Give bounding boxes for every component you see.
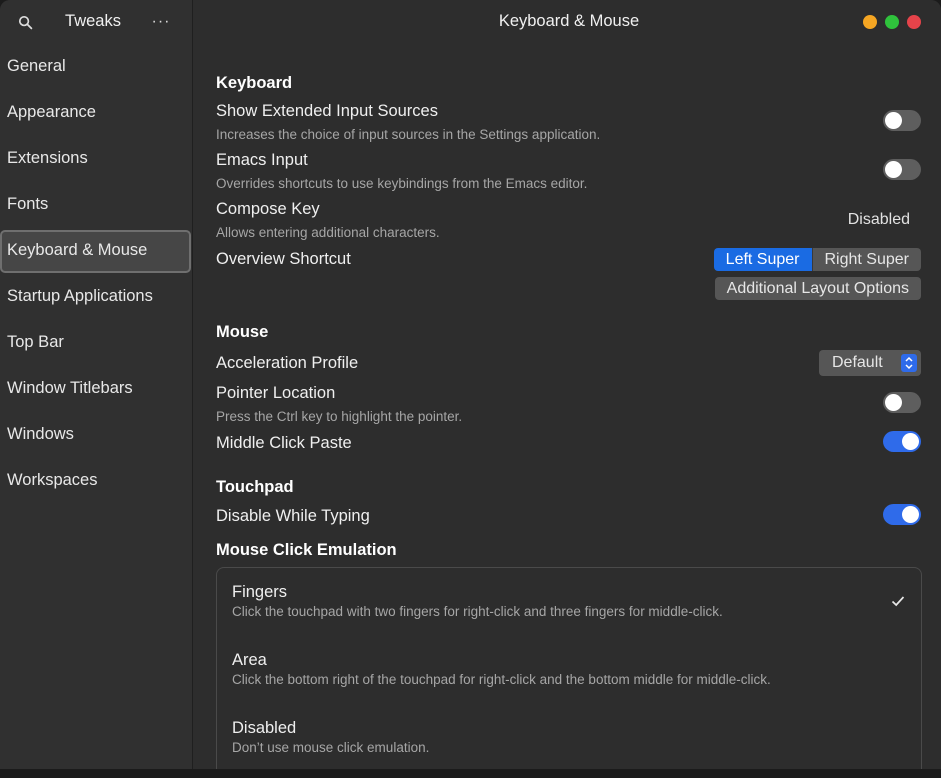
sidebar-nav: General Appearance Extensions Fonts Keyb… [0, 43, 193, 503]
minimize-button[interactable] [863, 15, 877, 29]
sidebar-item-label: Fonts [7, 194, 49, 213]
emacs-input-switch[interactable] [883, 159, 921, 180]
compose-key-value[interactable]: Disabled [848, 211, 910, 229]
additional-layout-options-button[interactable]: Additional Layout Options [714, 277, 921, 300]
sidebar-item-label: Extensions [7, 148, 88, 167]
option-title: Disabled [232, 719, 297, 737]
option-desc: Click the touchpad with two fingers for … [232, 604, 723, 619]
sidebar-item-general[interactable]: General [0, 43, 193, 89]
overview-shortcut-label: Overview Shortcut [216, 250, 351, 268]
sidebar-item-label: General [7, 56, 66, 75]
pointer-location-desc: Press the Ctrl key to highlight the poin… [216, 409, 463, 424]
click-emulation-options: Fingers Click the touchpad with two fing… [216, 567, 922, 769]
right-super-button[interactable]: Right Super [811, 248, 921, 271]
menu-button[interactable]: ··· [149, 10, 173, 34]
tweaks-window: Tweaks ··· General Appearance Extensions… [0, 0, 941, 769]
compose-key-label: Compose Key [216, 200, 320, 218]
close-button[interactable] [907, 15, 921, 29]
disable-while-typing-switch[interactable] [883, 504, 921, 525]
compose-key-desc: Allows entering additional characters. [216, 225, 440, 240]
sidebar-item-label: Appearance [7, 102, 96, 121]
sidebar-item-label: Windows [7, 424, 74, 443]
window-bottom-edge [0, 769, 941, 778]
acceleration-profile-label: Acceleration Profile [216, 354, 359, 372]
sidebar-header: Tweaks ··· [0, 0, 193, 44]
emacs-input-desc: Overrides shortcuts to use keybindings f… [216, 176, 588, 191]
extended-sources-desc: Increases the choice of input sources in… [216, 127, 601, 142]
page-title: Keyboard & Mouse [498, 12, 640, 30]
sidebar-item-label: Window Titlebars [7, 378, 133, 397]
checkmark-icon [891, 596, 905, 607]
sidebar-item-top-bar[interactable]: Top Bar [0, 319, 193, 365]
option-fingers[interactable]: Fingers Click the touchpad with two fing… [217, 568, 921, 636]
disable-while-typing-label: Disable While Typing [216, 507, 370, 525]
emacs-input-label: Emacs Input [216, 151, 308, 169]
acceleration-profile-dropdown[interactable]: Default [819, 350, 921, 376]
option-desc: Don’t use mouse click emulation. [232, 740, 430, 755]
sidebar-item-label: Top Bar [7, 332, 64, 351]
middle-click-paste-switch[interactable] [883, 431, 921, 452]
sidebar: Tweaks ··· General Appearance Extensions… [0, 0, 193, 769]
sidebar-item-label: Startup Applications [7, 286, 153, 305]
sidebar-item-windows[interactable]: Windows [0, 411, 193, 457]
extended-sources-switch[interactable] [883, 110, 921, 131]
pointer-location-switch[interactable] [883, 392, 921, 413]
sidebar-item-keyboard-mouse[interactable]: Keyboard & Mouse [0, 227, 193, 273]
option-title: Area [232, 651, 267, 669]
main-panel: Keyboard & Mouse Keyboard Show Extended … [194, 0, 941, 769]
sidebar-item-window-titlebars[interactable]: Window Titlebars [0, 365, 193, 411]
section-mouse-click-emulation: Mouse Click Emulation [216, 541, 397, 559]
option-title: Fingers [232, 583, 288, 601]
more-icon: ··· [151, 13, 171, 30]
sidebar-item-appearance[interactable]: Appearance [0, 89, 193, 135]
middle-click-paste-label: Middle Click Paste [216, 434, 352, 452]
sidebar-item-label: Keyboard & Mouse [7, 240, 148, 259]
pointer-location-label: Pointer Location [216, 384, 336, 402]
sidebar-item-fonts[interactable]: Fonts [0, 181, 193, 227]
spin-arrows-icon [901, 354, 917, 372]
option-area[interactable]: Area Click the bottom right of the touch… [217, 636, 921, 704]
left-super-button[interactable]: Left Super [713, 248, 812, 271]
option-desc: Click the bottom right of the touchpad f… [232, 672, 771, 687]
extended-sources-label: Show Extended Input Sources [216, 102, 438, 120]
sidebar-item-extensions[interactable]: Extensions [0, 135, 193, 181]
maximize-button[interactable] [885, 15, 899, 29]
sidebar-item-startup-applications[interactable]: Startup Applications [0, 273, 193, 319]
acceleration-profile-value: Default [832, 354, 883, 371]
sidebar-item-label: Workspaces [7, 470, 98, 489]
section-keyboard: Keyboard [216, 74, 293, 92]
section-touchpad: Touchpad [216, 478, 294, 496]
overview-shortcut-toggle: Left Super Right Super [713, 248, 921, 271]
option-disabled[interactable]: Disabled Don’t use mouse click emulation… [217, 704, 921, 769]
sidebar-item-workspaces[interactable]: Workspaces [0, 457, 193, 503]
section-mouse: Mouse [216, 323, 269, 341]
